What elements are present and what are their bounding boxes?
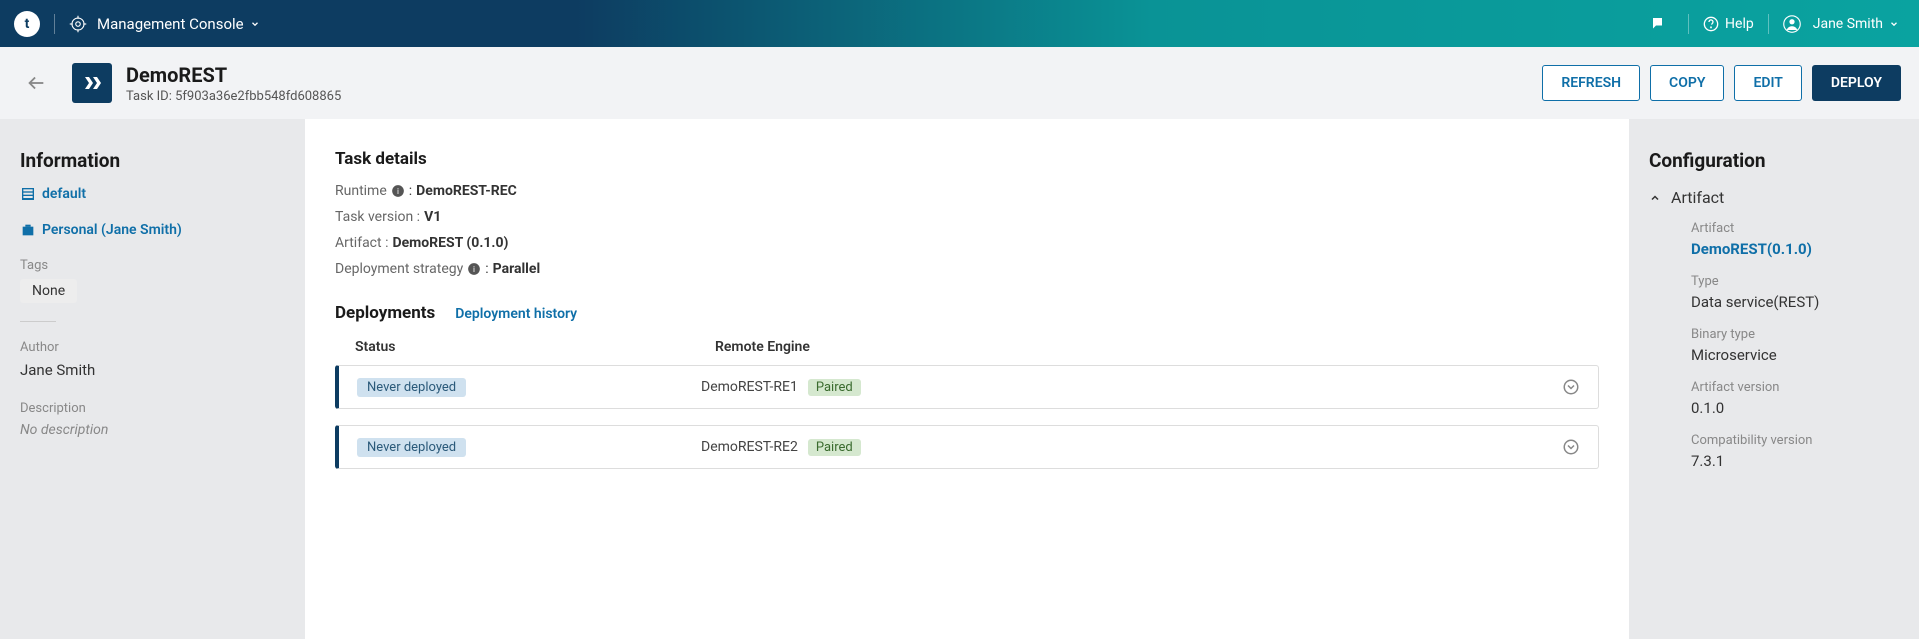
logo-letter: t	[25, 16, 30, 32]
title-block: DemoREST Task ID: 5f903a36e2fbb548fd6088…	[126, 63, 341, 104]
config-panel: Configuration Artifact Artifact DemoREST…	[1629, 119, 1919, 639]
environment-link[interactable]: default	[20, 186, 285, 202]
binary-label: Binary type	[1691, 327, 1899, 342]
chevron-down-icon	[1889, 19, 1905, 29]
notifications-button[interactable]	[1650, 15, 1674, 33]
svg-text:i: i	[473, 264, 475, 274]
deployments-table-head: Status i Remote Engine	[335, 333, 1599, 365]
info-icon[interactable]: i	[463, 262, 485, 276]
pair-badge: Paired	[808, 439, 861, 456]
compat-label: Compatibility version	[1691, 433, 1899, 448]
target-icon	[69, 15, 97, 33]
author-label: Author	[20, 340, 285, 355]
artifact-accordion[interactable]: Artifact	[1649, 188, 1899, 207]
tags-label: Tags	[20, 258, 285, 273]
info-panel: Information default Personal (Jane Smith…	[0, 119, 305, 639]
separator	[1688, 14, 1689, 34]
deployment-row[interactable]: Never deployed DemoREST-RE2 Paired	[335, 425, 1599, 469]
engine-name: DemoREST-RE1	[701, 379, 798, 395]
main-panel: Task details Runtime i : DemoREST-REC Ta…	[305, 119, 1629, 639]
logo-icon[interactable]: t	[14, 11, 40, 37]
artver-value: 0.1.0	[1691, 399, 1899, 417]
user-menu[interactable]: Jane Smith	[1783, 15, 1905, 33]
divider	[20, 321, 56, 322]
help-label: Help	[1725, 16, 1754, 32]
tag-chip: None	[20, 279, 77, 303]
deployment-history-link[interactable]: Deployment history	[455, 306, 577, 322]
artifact-link[interactable]: DemoREST(0.1.0)	[1691, 240, 1899, 258]
svg-text:i: i	[397, 186, 399, 196]
artver-label: Artifact version	[1691, 380, 1899, 395]
expand-icon[interactable]	[1562, 438, 1580, 456]
artifact-row: Artifact : DemoREST (0.1.0)	[335, 235, 1599, 251]
back-button[interactable]	[0, 47, 72, 119]
compat-value: 7.3.1	[1691, 452, 1899, 470]
chevron-up-icon	[1649, 192, 1661, 204]
deployments-heading: Deployments	[335, 303, 435, 323]
task-type-icon	[72, 63, 112, 103]
artifact-value: DemoREST (0.1.0)	[392, 235, 508, 251]
version-value: V1	[424, 209, 441, 225]
engine-header: Remote Engine	[715, 339, 1579, 355]
separator	[54, 14, 55, 34]
user-name: Jane Smith	[1813, 16, 1883, 32]
separator	[1768, 14, 1769, 34]
environment-label: default	[42, 186, 86, 202]
chevron-down-icon	[250, 19, 260, 29]
binary-value: Microservice	[1691, 346, 1899, 364]
console-label: Management Console	[97, 15, 244, 33]
task-details-heading: Task details	[335, 149, 1599, 169]
refresh-button[interactable]: REFRESH	[1542, 65, 1640, 101]
deployment-row[interactable]: Never deployed DemoREST-RE1 Paired	[335, 365, 1599, 409]
top-nav: t Management Console Help Jane Smith	[0, 0, 1919, 47]
page-title: DemoREST	[126, 63, 341, 87]
user-icon	[1783, 15, 1807, 33]
strategy-label: Deployment strategy	[335, 261, 463, 277]
runtime-row: Runtime i : DemoREST-REC	[335, 183, 1599, 199]
strategy-row: Deployment strategy i : Parallel	[335, 261, 1599, 277]
info-icon[interactable]: i	[387, 184, 409, 198]
version-label: Task version :	[335, 209, 420, 225]
status-badge: Never deployed	[357, 378, 466, 397]
workspace-link[interactable]: Personal (Jane Smith)	[20, 222, 285, 238]
artifact-label: Artifact :	[335, 235, 388, 251]
copy-button[interactable]: COPY	[1650, 65, 1724, 101]
edit-button[interactable]: EDIT	[1734, 65, 1801, 101]
page-header: DemoREST Task ID: 5f903a36e2fbb548fd6088…	[0, 47, 1919, 119]
runtime-label: Runtime	[335, 183, 387, 199]
accordion-label: Artifact	[1671, 188, 1724, 207]
artifact-label: Artifact	[1691, 221, 1899, 236]
description-label: Description	[20, 401, 285, 416]
author-value: Jane Smith	[20, 361, 285, 379]
console-dropdown[interactable]: Management Console	[97, 15, 260, 33]
config-heading: Configuration	[1649, 149, 1899, 172]
workspace-label: Personal (Jane Smith)	[42, 222, 182, 238]
pair-badge: Paired	[808, 379, 861, 396]
engine-name: DemoREST-RE2	[701, 439, 798, 455]
type-value: Data service(REST)	[1691, 293, 1899, 311]
runtime-value: DemoREST-REC	[416, 183, 517, 199]
info-heading: Information	[20, 149, 285, 172]
description-value: No description	[20, 422, 285, 438]
help-button[interactable]: Help	[1703, 16, 1754, 32]
status-badge: Never deployed	[357, 438, 466, 457]
deploy-button[interactable]: DEPLOY	[1812, 65, 1901, 101]
version-row: Task version : V1	[335, 209, 1599, 225]
task-id-line: Task ID: 5f903a36e2fbb548fd608865	[126, 89, 341, 104]
type-label: Type	[1691, 274, 1899, 289]
status-header: Status	[355, 339, 395, 355]
strategy-value: Parallel	[493, 261, 541, 277]
expand-icon[interactable]	[1562, 378, 1580, 396]
